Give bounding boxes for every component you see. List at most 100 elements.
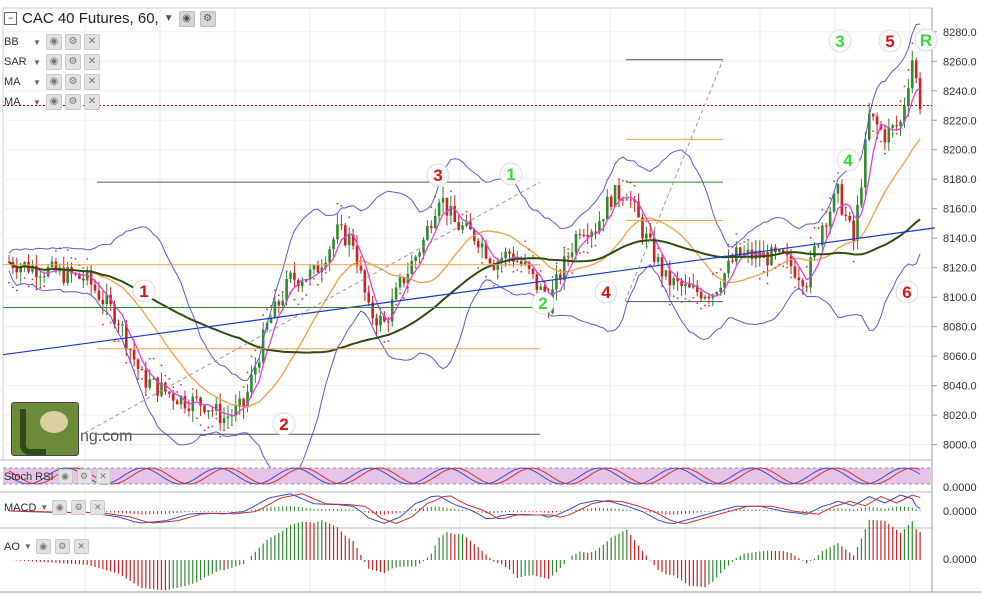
candle-body bbox=[707, 296, 711, 299]
sar-dot bbox=[324, 271, 327, 274]
sar-dot bbox=[758, 277, 761, 280]
candle-body bbox=[195, 396, 198, 398]
chevron-down-icon[interactable]: ▼ bbox=[24, 542, 32, 551]
gear-icon[interactable]: ⚙ bbox=[65, 54, 81, 70]
candle-body bbox=[594, 231, 597, 233]
sar-dot bbox=[618, 178, 620, 180]
sar-dot bbox=[735, 232, 738, 235]
candle-body bbox=[621, 199, 625, 201]
chevron-down-icon[interactable]: ▼ bbox=[33, 98, 43, 107]
candle-body bbox=[840, 184, 844, 215]
sar-dot bbox=[172, 386, 175, 388]
sar-dot bbox=[55, 249, 57, 252]
chevron-down-icon[interactable]: ▼ bbox=[33, 58, 43, 67]
symbol-title[interactable]: CAC 40 Futures, 60, bbox=[22, 10, 159, 27]
eye-icon[interactable]: ◉ bbox=[57, 469, 73, 484]
candle-body bbox=[273, 301, 277, 319]
sar-dot bbox=[293, 298, 296, 301]
sar-dot bbox=[281, 290, 284, 293]
sar-dot bbox=[117, 340, 120, 343]
chevron-down-icon[interactable]: ▼ bbox=[164, 13, 174, 24]
candle-body bbox=[664, 270, 668, 277]
candle-body bbox=[148, 379, 152, 388]
sar-dot bbox=[418, 261, 421, 264]
sar-dot bbox=[191, 388, 194, 390]
eye-icon[interactable]: ◉ bbox=[46, 74, 62, 90]
sar-dot bbox=[743, 240, 746, 243]
candle-body bbox=[168, 391, 171, 394]
candle-body bbox=[38, 276, 42, 278]
collapse-icon[interactable]: − bbox=[4, 12, 17, 25]
sar-dot bbox=[86, 257, 89, 260]
sar-dot bbox=[876, 137, 878, 139]
panel-label: MACD bbox=[4, 501, 37, 514]
candle-body bbox=[871, 113, 875, 117]
stoch-rsi-label[interactable]: Stoch RSI ◉ ⚙ ✕ bbox=[4, 469, 111, 484]
eye-icon[interactable]: ◉ bbox=[178, 10, 195, 27]
chevron-down-icon[interactable]: ▼ bbox=[33, 38, 43, 47]
sar-dot bbox=[137, 378, 139, 381]
candle-body bbox=[257, 362, 261, 368]
eye-icon[interactable]: ◉ bbox=[46, 94, 62, 110]
sar-dot bbox=[422, 247, 425, 250]
gear-icon[interactable]: ⚙ bbox=[76, 469, 92, 484]
candle-body bbox=[578, 234, 582, 236]
sar-dot bbox=[598, 232, 601, 235]
sar-dot bbox=[887, 136, 890, 139]
close-icon[interactable]: ✕ bbox=[84, 54, 100, 70]
close-icon[interactable]: ✕ bbox=[90, 500, 106, 515]
candle-body bbox=[574, 234, 578, 253]
ao-label[interactable]: AO ▼ ◉ ⚙ ✕ bbox=[4, 539, 89, 554]
chevron-down-icon[interactable]: ▼ bbox=[33, 78, 43, 87]
sar-dot bbox=[770, 263, 773, 266]
candle-body bbox=[379, 315, 382, 326]
sar-dot bbox=[786, 266, 789, 269]
gear-icon[interactable]: ⚙ bbox=[65, 94, 81, 110]
close-icon[interactable]: ✕ bbox=[84, 34, 100, 50]
candle-body bbox=[386, 321, 390, 323]
chart-canvas[interactable]: 8280.0 8260.0 8240.0 8220.0 8200.0 8180.0 8160… bbox=[0, 0, 982, 598]
sar-dot bbox=[160, 364, 163, 367]
candle-body bbox=[680, 281, 683, 287]
candle-body bbox=[660, 257, 664, 277]
close-icon[interactable]: ✕ bbox=[95, 469, 111, 484]
gear-icon[interactable]: ⚙ bbox=[54, 539, 70, 554]
eye-icon[interactable]: ◉ bbox=[52, 500, 68, 515]
wave-label-green: 3 bbox=[835, 32, 844, 51]
price-axis-label: 8040.0 bbox=[943, 381, 977, 393]
sar-dot bbox=[719, 268, 722, 271]
sar-dot bbox=[234, 413, 237, 415]
candle-body bbox=[805, 286, 808, 288]
eye-icon[interactable]: ◉ bbox=[46, 54, 62, 70]
sar-dot bbox=[230, 424, 233, 427]
indicator-row-ma-2[interactable]: MA ▼ ◉ ⚙ ✕ bbox=[4, 94, 100, 110]
sar-dot bbox=[270, 304, 272, 307]
indicator-row-bb[interactable]: BB ▼ ◉ ⚙ ✕ bbox=[4, 34, 100, 50]
gear-icon[interactable]: ⚙ bbox=[65, 74, 81, 90]
close-icon[interactable]: ✕ bbox=[84, 94, 100, 110]
gear-icon[interactable]: ⚙ bbox=[65, 34, 81, 50]
sar-dot bbox=[794, 286, 796, 289]
close-icon[interactable]: ✕ bbox=[84, 74, 100, 90]
indicator-row-sar[interactable]: SAR ▼ ◉ ⚙ ✕ bbox=[4, 54, 100, 70]
candle-body bbox=[684, 284, 687, 287]
sar-dot bbox=[489, 279, 491, 282]
wave-label-red: 4 bbox=[601, 283, 611, 302]
chevron-down-icon[interactable]: ▼ bbox=[40, 503, 48, 512]
eye-icon[interactable]: ◉ bbox=[46, 34, 62, 50]
sar-dot bbox=[250, 355, 253, 358]
macd-label[interactable]: MACD ▼ ◉ ⚙ ✕ bbox=[4, 500, 106, 515]
eye-icon[interactable]: ◉ bbox=[35, 539, 51, 554]
gear-icon[interactable]: ⚙ bbox=[199, 10, 216, 27]
sar-dot bbox=[148, 357, 151, 360]
sar-dot bbox=[125, 361, 128, 364]
close-icon[interactable]: ✕ bbox=[73, 539, 89, 554]
candle-body bbox=[883, 129, 887, 143]
indicator-row-ma-1[interactable]: MA ▼ ◉ ⚙ ✕ bbox=[4, 74, 100, 90]
gear-icon[interactable]: ⚙ bbox=[71, 500, 87, 515]
sar-dot bbox=[12, 286, 14, 289]
sar-dot bbox=[821, 208, 824, 211]
sar-dot bbox=[895, 132, 898, 135]
sar-dot bbox=[266, 308, 268, 311]
sar-dot bbox=[622, 180, 624, 182]
